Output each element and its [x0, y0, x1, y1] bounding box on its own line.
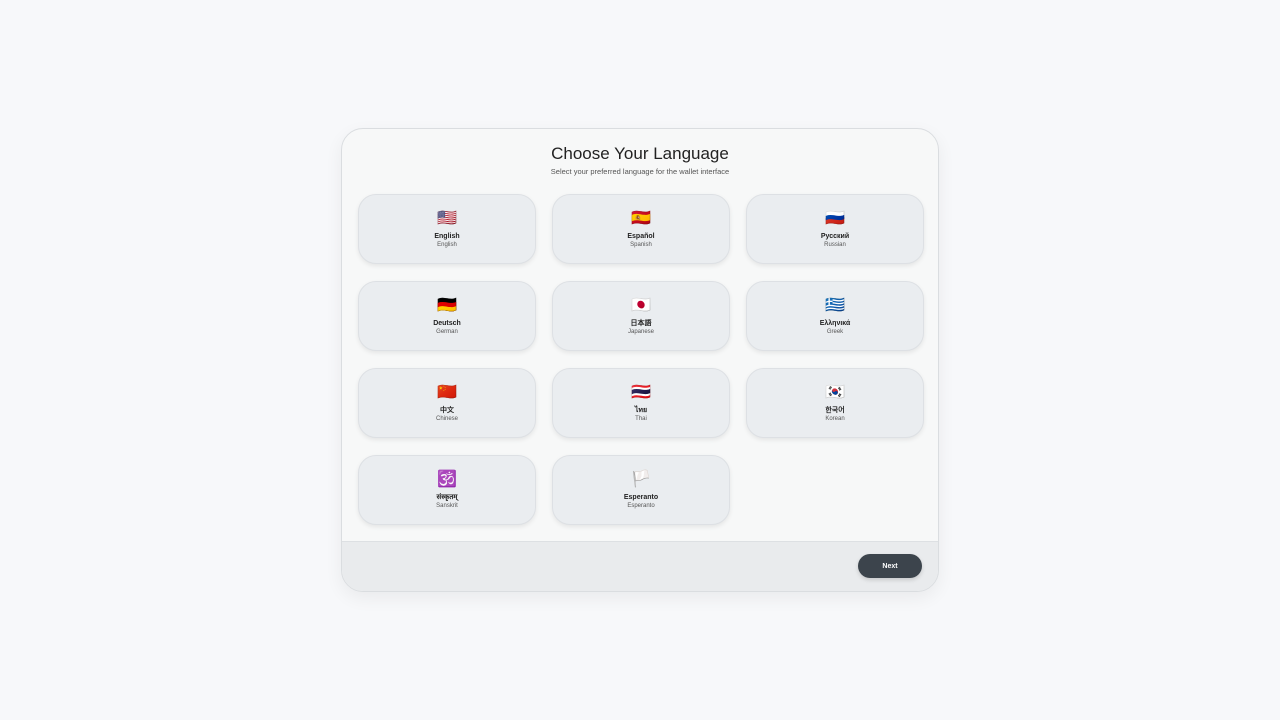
language-card-russian[interactable]: 🇷🇺 Русский Russian [746, 194, 924, 264]
language-native-name: 中文 [440, 407, 454, 414]
language-native-name: ไทย [634, 407, 648, 414]
dialog-footer: Next [342, 541, 938, 591]
language-card-greek[interactable]: 🇬🇷 Ελληνικά Greek [746, 281, 924, 351]
language-english-name: Greek [826, 329, 844, 335]
language-card-esperanto[interactable]: 🏳️ Esperanto Esperanto [552, 455, 730, 525]
language-native-name: 한국어 [825, 407, 845, 414]
language-english-name: Korean [825, 416, 845, 422]
language-grid: 🇺🇸 English English 🇪🇸 Español Spanish 🇷🇺… [358, 194, 924, 525]
japan-flag-icon: 🇯🇵 [631, 297, 651, 314]
greece-flag-icon: 🇬🇷 [825, 297, 845, 314]
om-icon: 🕉️ [437, 471, 457, 488]
russia-flag-icon: 🇷🇺 [825, 210, 845, 227]
spain-flag-icon: 🇪🇸 [631, 210, 651, 227]
language-native-name: Español [627, 233, 655, 240]
language-native-name: 日本語 [630, 320, 652, 327]
language-english-name: Esperanto [627, 503, 655, 509]
language-card-sanskrit[interactable]: 🕉️ संस्कृतम् Sanskrit [358, 455, 536, 525]
language-english-name: Japanese [627, 329, 655, 335]
language-card-english[interactable]: 🇺🇸 English English [358, 194, 536, 264]
language-native-name: Esperanto [623, 494, 659, 501]
white-flag-icon: 🏳️ [631, 471, 651, 488]
korea-flag-icon: 🇰🇷 [825, 384, 845, 401]
page-subtitle: Select your preferred language for the w… [550, 167, 730, 176]
language-native-name: English [434, 233, 460, 240]
germany-flag-icon: 🇩🇪 [437, 297, 457, 314]
language-english-name: Spanish [630, 242, 652, 248]
language-english-name: Chinese [435, 416, 458, 422]
language-dialog: Choose Your Language Select your preferr… [341, 128, 939, 592]
language-card-german[interactable]: 🇩🇪 Deutsch German [358, 281, 536, 351]
page-title: Choose Your Language [551, 144, 729, 163]
language-card-japanese[interactable]: 🇯🇵 日本語 Japanese [552, 281, 730, 351]
language-card-korean[interactable]: 🇰🇷 한국어 Korean [746, 368, 924, 438]
language-card-chinese[interactable]: 🇨🇳 中文 Chinese [358, 368, 536, 438]
language-english-name: Sanskrit [436, 503, 458, 509]
language-native-name: Deutsch [433, 320, 461, 327]
language-english-name: Thai [635, 416, 647, 422]
us-flag-icon: 🇺🇸 [437, 210, 457, 227]
language-native-name: Ελληνικά [819, 320, 851, 327]
china-flag-icon: 🇨🇳 [437, 384, 457, 401]
language-english-name: English [437, 242, 457, 248]
language-english-name: Russian [824, 242, 846, 248]
language-english-name: German [436, 329, 458, 335]
next-button[interactable]: Next [858, 554, 922, 578]
language-native-name: संस्कृतम् [436, 494, 458, 501]
language-native-name: Русский [820, 233, 850, 240]
language-card-thai[interactable]: 🇹🇭 ไทย Thai [552, 368, 730, 438]
thailand-flag-icon: 🇹🇭 [631, 384, 651, 401]
language-card-spanish[interactable]: 🇪🇸 Español Spanish [552, 194, 730, 264]
